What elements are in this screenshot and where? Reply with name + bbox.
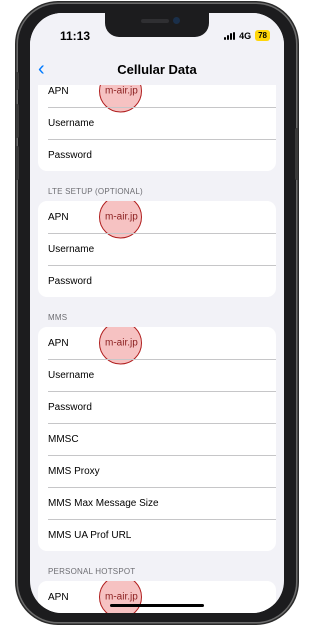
row-label: APN [48,211,69,223]
navigation-bar: ‹ Cellular Data [30,57,284,85]
notch [105,13,209,37]
power-button [295,128,298,180]
mute-switch [16,72,19,90]
settings-row-password[interactable]: Password [38,265,276,297]
settings-list: APN m-air.jp Username Password LTE SETUP (OP… [30,75,284,613]
volume-down-button [16,146,19,180]
section-header: LTE SETUP (OPTIONAL) [48,187,143,196]
row-label: APN [48,85,69,97]
section-header: MMS [48,313,68,322]
apn-value-field[interactable]: m-air.jp [105,86,138,97]
settings-group: APN m-air.jp Username Password [38,75,276,171]
row-label: Password [48,275,92,287]
settings-row-password[interactable]: Password [38,391,276,423]
row-label: APN [48,591,69,603]
settings-group: APN m-air.jp Username Password [38,201,276,297]
settings-row-mmsc[interactable]: MMSC [38,423,276,455]
settings-row-username[interactable]: Username [38,233,276,265]
row-label: APN [48,337,69,349]
signal-icon [224,31,236,40]
settings-row-apn[interactable]: APN m-air.jp [38,201,276,239]
network-type: 4G [239,30,252,41]
section-header: PERSONAL HOTSPOT [48,567,136,576]
status-indicators: 4G 78 [224,30,270,41]
speaker-grille [141,19,169,23]
row-label: MMSC [48,433,79,445]
page-title: Cellular Data [117,62,197,77]
settings-row-mms-ua-prof-url[interactable]: MMS UA Prof URL [38,519,276,551]
settings-row-password[interactable]: Password [38,139,276,171]
settings-row-apn[interactable]: APN m-air.jp [38,327,276,365]
settings-row-username[interactable]: Username [38,359,276,391]
volume-up-button [16,104,19,138]
settings-row-apn[interactable]: APN m-air.jp [38,581,276,613]
settings-group: APN m-air.jp Username Password MMSC MMS Proxy… [38,327,276,551]
battery-icon: 78 [255,30,270,41]
status-time: 11:13 [60,29,91,43]
row-label: Username [48,369,95,381]
settings-row-username[interactable]: Username [38,107,276,139]
row-label: Password [48,149,92,161]
home-indicator[interactable] [110,604,204,607]
settings-group: APN m-air.jp [38,581,276,613]
apn-value-field[interactable]: m-air.jp [105,592,138,603]
row-label: Username [48,243,95,255]
settings-row-mms-proxy[interactable]: MMS Proxy [38,455,276,487]
apn-value-field[interactable]: m-air.jp [105,212,138,223]
apn-value-field[interactable]: m-air.jp [105,338,138,349]
row-label: MMS Proxy [48,465,100,477]
row-label: MMS UA Prof URL [48,529,132,541]
camera-icon [173,17,180,24]
settings-row-mms-max-message-size[interactable]: MMS Max Message Size [38,487,276,519]
row-label: MMS Max Message Size [48,497,159,509]
screen: 11:13 4G 78 ‹ Cellular Data APN m-air.jp U… [30,13,284,613]
row-label: Password [48,401,92,413]
row-label: Username [48,117,95,129]
